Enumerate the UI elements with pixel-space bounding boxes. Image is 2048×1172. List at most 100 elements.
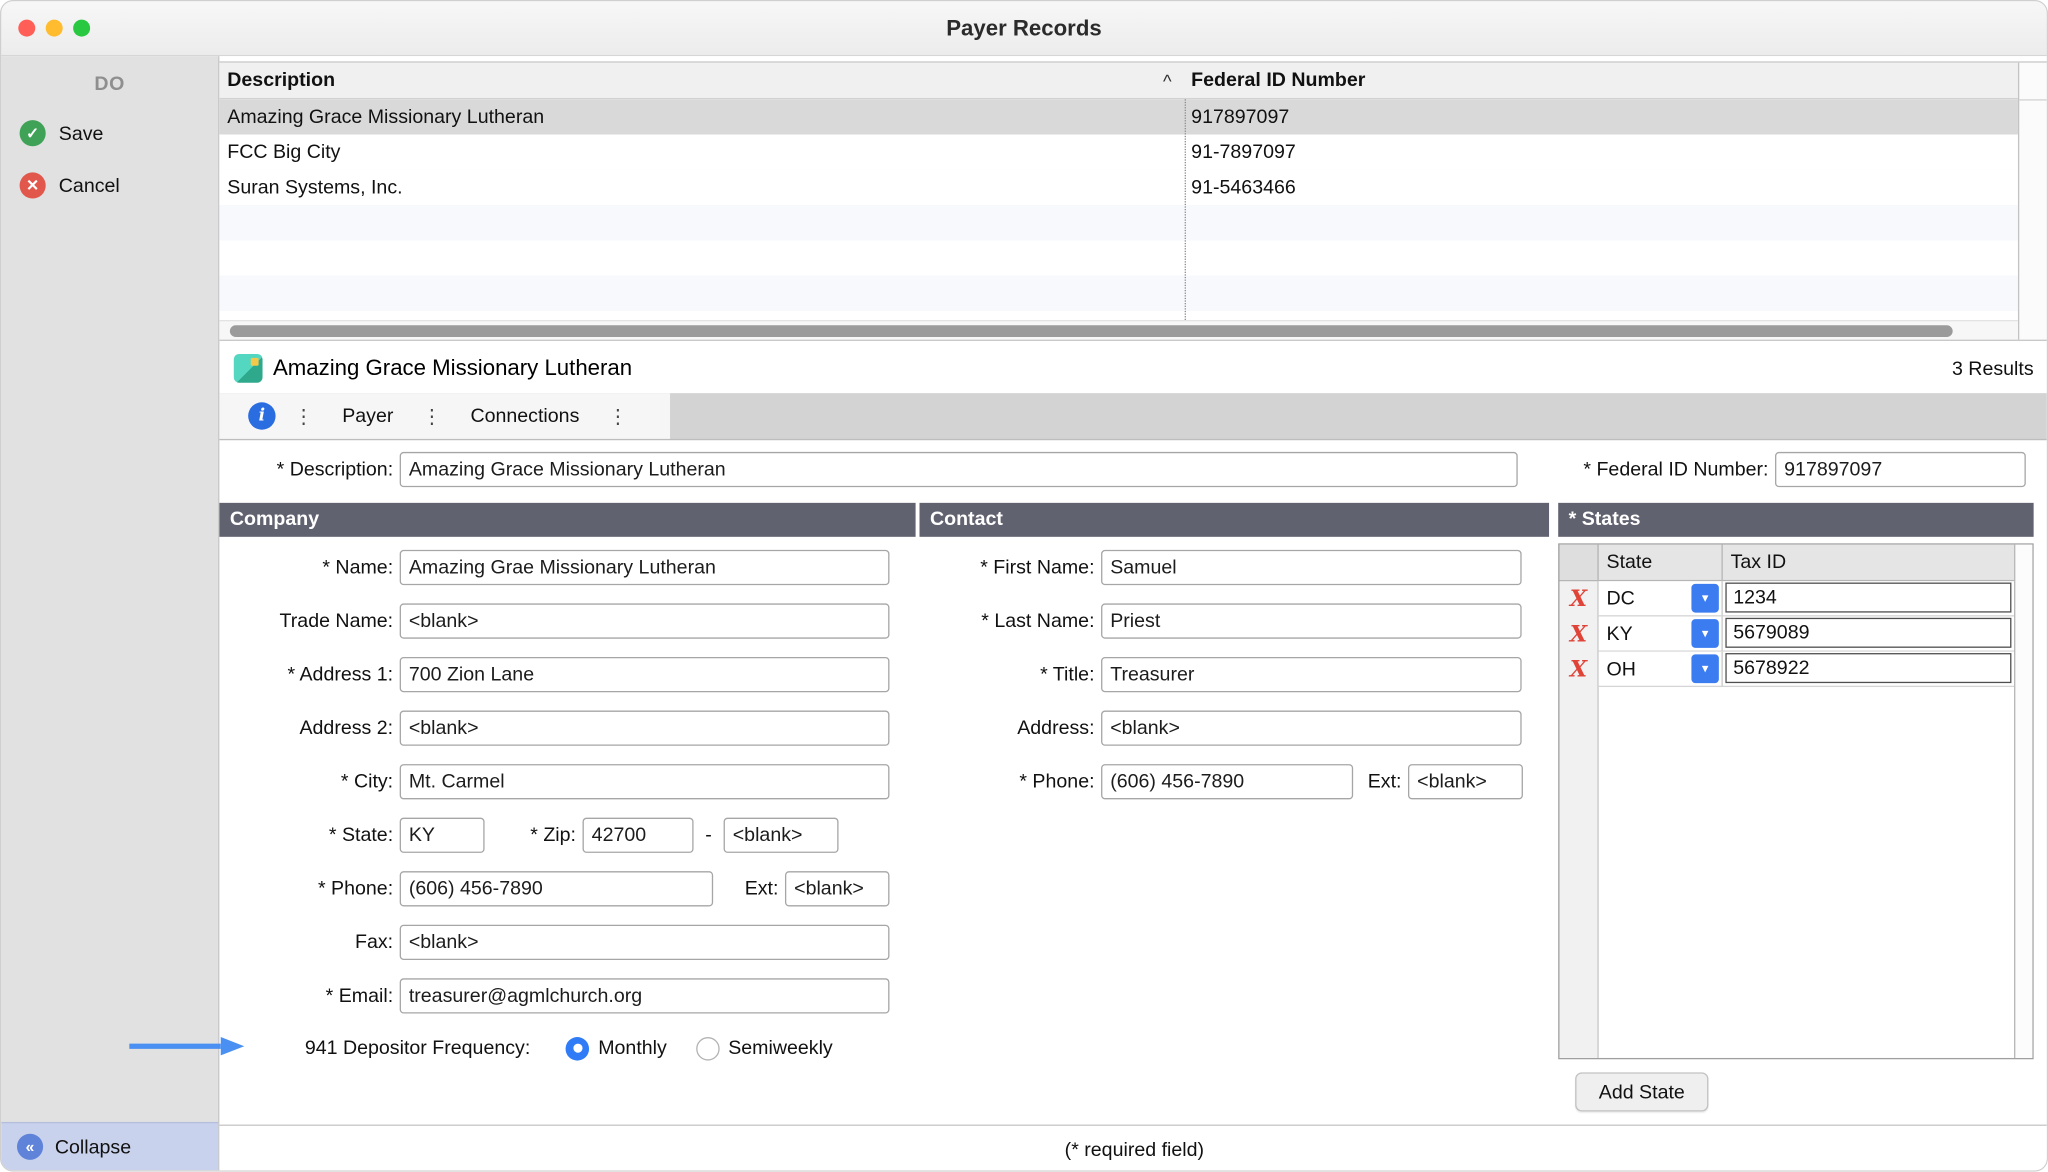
table-row[interactable]: Suran Systems, Inc. 91-5463466 xyxy=(219,170,2018,205)
horizontal-scrollbar-track xyxy=(219,320,2018,340)
payer-record-icon xyxy=(234,354,263,383)
state-row: X KY ▾ 5679089 xyxy=(1560,616,2015,651)
sidebar: DO ✓ Save ✕ Cancel « Collapse xyxy=(1,56,219,1170)
required-field-note: (* required field) xyxy=(1065,1138,1204,1160)
table-row[interactable]: Amazing Grace Missionary Lutheran 917897… xyxy=(219,99,2018,134)
vertical-scrollbar-gutter[interactable] xyxy=(2018,63,2047,340)
horizontal-scrollbar-thumb[interactable] xyxy=(230,325,1953,337)
title-label: * Title: xyxy=(920,664,1095,686)
federal-id-label: * Federal ID Number: xyxy=(1520,458,1768,480)
state-input[interactable] xyxy=(400,818,485,853)
chevron-down-icon[interactable]: ▾ xyxy=(1691,619,1718,648)
column-header-description-label: Description xyxy=(227,69,335,91)
email-label: * Email: xyxy=(219,985,393,1007)
tab-connections[interactable]: Connections xyxy=(460,405,590,427)
address2-input[interactable] xyxy=(400,711,890,746)
company-ext-input[interactable] xyxy=(785,871,889,906)
last-name-label: * Last Name: xyxy=(920,610,1095,632)
save-label: Save xyxy=(59,122,104,144)
titlebar: Payer Records xyxy=(1,1,2046,56)
collapse-button[interactable]: « Collapse xyxy=(1,1122,218,1170)
taxid-input[interactable]: 1234 xyxy=(1725,583,2011,613)
federal-id-input[interactable] xyxy=(1775,452,2026,487)
tab-strip: i ⋮ Payer ⋮ Connections ⋮ xyxy=(219,393,2048,440)
cell-description: Amazing Grace Missionary Lutheran xyxy=(219,106,1184,128)
zip-label: * Zip: xyxy=(485,824,576,846)
fax-input[interactable] xyxy=(400,925,890,960)
delete-state-icon[interactable]: X xyxy=(1560,652,1599,687)
form-row: * First Name: xyxy=(920,550,1559,585)
state-value: KY xyxy=(1599,622,1633,644)
form-row: * Phone: Ext: xyxy=(219,871,919,906)
taxid-cell: 1234 xyxy=(1723,581,2014,616)
zip-input[interactable] xyxy=(583,818,694,853)
radio-semiweekly[interactable] xyxy=(696,1036,720,1060)
delete-state-icon[interactable]: X xyxy=(1560,616,1599,651)
description-input[interactable] xyxy=(400,452,1518,487)
state-select[interactable]: DC ▾ xyxy=(1599,581,1723,616)
company-name-input[interactable] xyxy=(400,550,890,585)
trade-name-input[interactable] xyxy=(400,603,890,638)
contact-ext-input[interactable] xyxy=(1408,764,1523,799)
email-input[interactable] xyxy=(400,978,890,1013)
states-delete-header xyxy=(1560,545,1599,580)
address1-input[interactable] xyxy=(400,657,890,692)
state-row: X OH ▾ 5678922 xyxy=(1560,652,2015,687)
states-scrollbar-gutter[interactable] xyxy=(2014,545,2032,1058)
column-header-federal-id-label: Federal ID Number xyxy=(1191,69,1365,91)
sidebar-header: DO xyxy=(1,56,218,107)
taxid-cell: 5679089 xyxy=(1723,616,2014,651)
states-section: * States State Tax ID X DC ▾ 1234 xyxy=(1558,503,2033,537)
state-value: OH xyxy=(1599,658,1636,680)
info-icon[interactable]: i xyxy=(248,402,275,429)
contact-address-label: Address: xyxy=(920,717,1095,739)
chevron-down-icon[interactable]: ▾ xyxy=(1691,584,1718,613)
form-row: * Phone: Ext: xyxy=(920,764,1559,799)
form-row: * Last Name: xyxy=(920,603,1559,638)
radio-monthly[interactable] xyxy=(566,1036,590,1060)
save-button[interactable]: ✓ Save xyxy=(1,107,218,159)
cancel-x-icon: ✕ xyxy=(20,172,46,198)
chevron-down-icon[interactable]: ▾ xyxy=(1691,654,1718,683)
description-row: * Description: * Federal ID Number: xyxy=(219,452,2033,487)
column-header-federal-id[interactable]: Federal ID Number xyxy=(1185,63,2018,98)
form-row: Fax: xyxy=(219,925,919,960)
form-row: * Name: xyxy=(219,550,919,585)
ext-label: Ext: xyxy=(713,878,778,900)
state-value: DC xyxy=(1599,587,1635,609)
contact-address-input[interactable] xyxy=(1101,711,1522,746)
last-name-input[interactable] xyxy=(1101,603,1522,638)
column-header-description[interactable]: Description ^ xyxy=(219,63,1184,98)
state-select[interactable]: OH ▾ xyxy=(1599,652,1723,687)
city-input[interactable] xyxy=(400,764,890,799)
add-state-button[interactable]: Add State xyxy=(1575,1072,1708,1111)
address2-label: Address 2: xyxy=(219,717,393,739)
results-count: 3 Results xyxy=(1952,357,2034,379)
trade-name-label: Trade Name: xyxy=(219,610,393,632)
title-input[interactable] xyxy=(1101,657,1522,692)
cancel-button[interactable]: ✕ Cancel xyxy=(1,159,218,211)
cell-federal-id: 91-5463466 xyxy=(1185,176,2018,198)
states-table: State Tax ID X DC ▾ 1234 X KY xyxy=(1558,543,2033,1059)
form-row: * City: xyxy=(219,764,919,799)
state-select[interactable]: KY ▾ xyxy=(1599,616,1723,651)
contact-phone-input[interactable] xyxy=(1101,764,1353,799)
taxid-input[interactable]: 5678922 xyxy=(1725,653,2011,683)
address1-label: * Address 1: xyxy=(219,664,393,686)
delete-state-icon[interactable]: X xyxy=(1560,581,1599,616)
tab-separator-icon: ⋮ xyxy=(422,404,442,428)
tab-payer[interactable]: Payer xyxy=(332,405,404,427)
tab-separator-icon: ⋮ xyxy=(294,404,314,428)
payer-records-window: Payer Records DO ✓ Save ✕ Cancel « Colla… xyxy=(0,0,2048,1172)
depositor-frequency-label: 941 Depositor Frequency: xyxy=(219,1037,530,1059)
form-row: Trade Name: xyxy=(219,603,919,638)
first-name-input[interactable] xyxy=(1101,550,1522,585)
company-phone-input[interactable] xyxy=(400,871,713,906)
taxid-input[interactable]: 5679089 xyxy=(1725,618,2011,648)
collapse-chevrons-icon: « xyxy=(17,1134,43,1160)
radio-monthly-label: Monthly xyxy=(598,1037,667,1059)
state-row: X DC ▾ 1234 xyxy=(1560,581,2015,616)
payer-list-table: Description ^ Federal ID Number Amazing … xyxy=(219,61,2048,341)
table-row[interactable]: FCC Big City 91-7897097 xyxy=(219,135,2018,170)
zip-plus4-input[interactable] xyxy=(724,818,839,853)
